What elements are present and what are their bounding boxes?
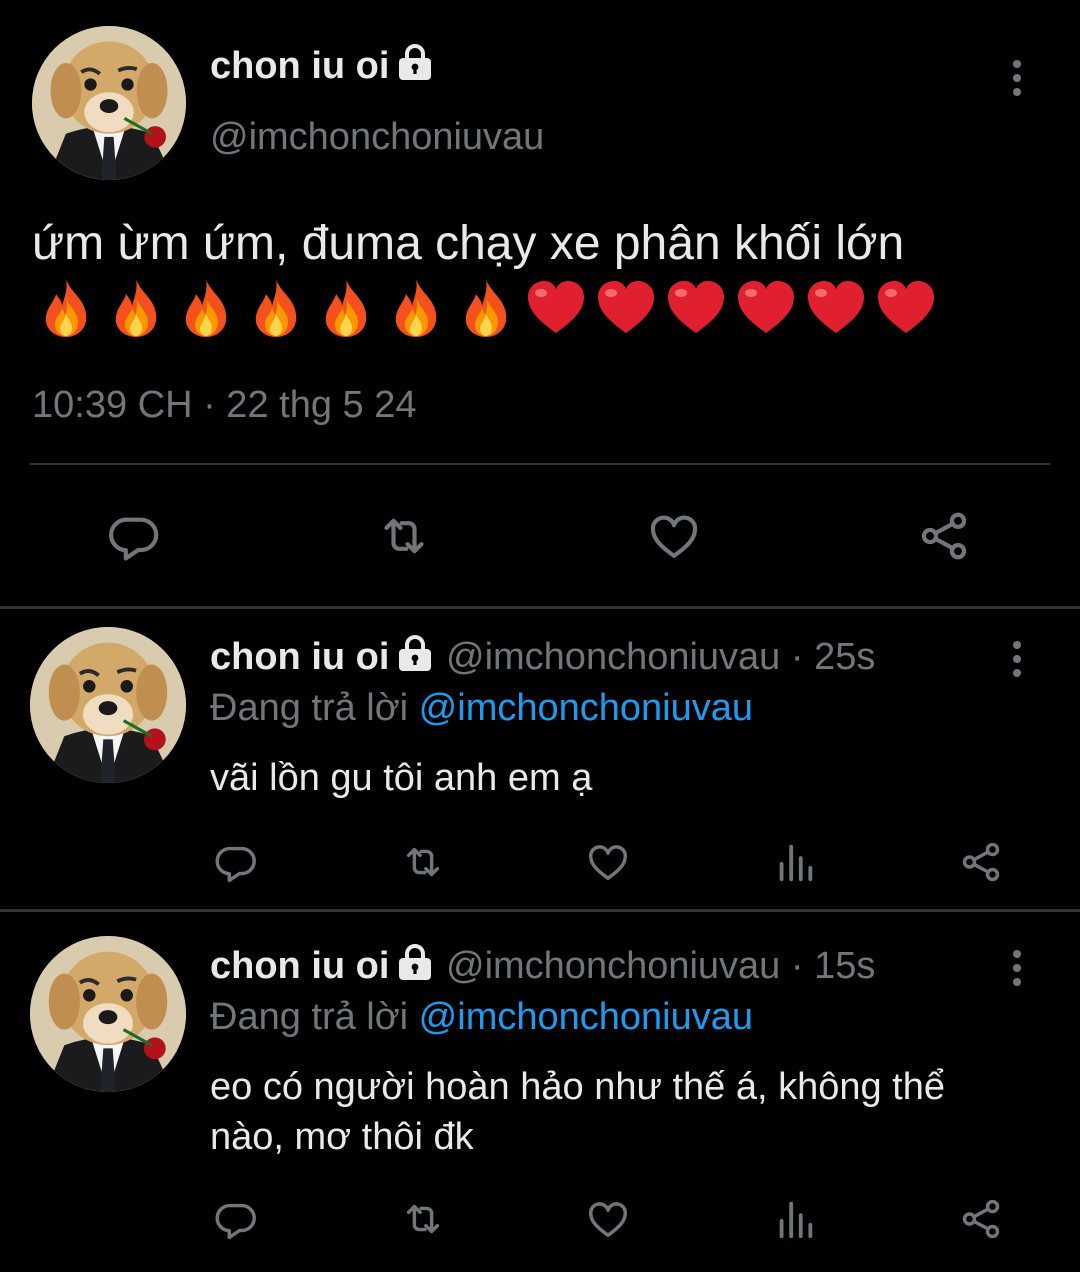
fire-emoji-icon [34, 276, 98, 340]
share-icon[interactable] [958, 1196, 1004, 1242]
share-icon[interactable] [916, 508, 972, 564]
reply-tweet[interactable]: chon iu oi @imchonchoniuvau · 25s Đang t… [0, 609, 1080, 909]
lock-icon [395, 44, 435, 80]
red-heart-emoji-icon [594, 276, 658, 340]
reply-icon[interactable] [106, 508, 162, 564]
display-name[interactable]: chon iu oi [210, 945, 389, 987]
views-icon[interactable] [772, 839, 818, 885]
dog-avatar-icon [32, 26, 186, 180]
more-options-icon[interactable] [1005, 637, 1029, 681]
fire-emoji-icon [384, 276, 448, 340]
retweet-icon[interactable] [400, 839, 446, 885]
fire-emoji-icon [174, 276, 238, 340]
reply-icon[interactable] [213, 1196, 259, 1242]
like-icon[interactable] [585, 1196, 631, 1242]
user-handle[interactable]: @imchonchoniuvau [210, 116, 544, 159]
like-icon[interactable] [646, 508, 702, 564]
reply-age: · 15s [790, 945, 876, 987]
fire-emoji-icon [454, 276, 518, 340]
display-name[interactable]: chon iu oi [210, 636, 389, 678]
reply-text: eo có người hoàn hảo như thế á, không th… [210, 1066, 946, 1158]
more-options-icon[interactable] [1005, 56, 1029, 100]
tweet-timestamp[interactable]: 10:39 CH · 22 thg 5 24 [32, 384, 416, 427]
like-icon[interactable] [585, 839, 631, 885]
divider [30, 463, 1050, 465]
dog-avatar-icon [30, 936, 186, 1092]
main-tweet: chon iu oi @imchonchoniuvau ứm ừm ứm, đu… [0, 0, 1080, 608]
replying-prefix: Đang trả lời [210, 687, 409, 729]
mention-link[interactable]: @imchonchoniuvau [419, 996, 753, 1038]
reply-age: · 25s [790, 636, 876, 678]
tweet-text: ứm ừm ứm, đuma chạy xe phân khối lớn [32, 217, 905, 270]
lock-icon [395, 635, 435, 671]
avatar[interactable] [32, 26, 186, 180]
lock-icon [395, 944, 435, 980]
reply-header: chon iu oi @imchonchoniuvau · 25s [210, 635, 875, 679]
reply-icon[interactable] [213, 839, 259, 885]
replying-prefix: Đang trả lời [210, 996, 409, 1038]
reply-text: vãi lồn gu tôi anh em ạ [210, 757, 593, 799]
share-icon[interactable] [958, 839, 1004, 885]
red-heart-emoji-icon [524, 276, 588, 340]
avatar[interactable] [30, 936, 186, 1092]
fire-emoji-icon [314, 276, 378, 340]
emoji-row [34, 276, 938, 340]
reply-header: chon iu oi @imchonchoniuvau · 15s [210, 944, 875, 988]
fire-emoji-icon [244, 276, 308, 340]
display-name-text: chon iu oi [210, 45, 390, 87]
reply-tweet[interactable]: chon iu oi @imchonchoniuvau · 15s Đang t… [0, 912, 1080, 1272]
red-heart-emoji-icon [874, 276, 938, 340]
display-name[interactable]: chon iu oi [210, 44, 435, 88]
mention-link[interactable]: @imchonchoniuvau [419, 687, 753, 729]
user-handle[interactable]: @imchonchoniuvau [446, 945, 780, 987]
avatar[interactable] [30, 627, 186, 783]
more-options-icon[interactable] [1005, 946, 1029, 990]
retweet-icon[interactable] [400, 1196, 446, 1242]
views-icon[interactable] [772, 1196, 818, 1242]
replying-to: Đang trả lời @imchonchoniuvau [210, 687, 753, 730]
red-heart-emoji-icon [664, 276, 728, 340]
red-heart-emoji-icon [804, 276, 868, 340]
red-heart-emoji-icon [734, 276, 798, 340]
dog-avatar-icon [30, 627, 186, 783]
replying-to: Đang trả lời @imchonchoniuvau [210, 996, 753, 1039]
fire-emoji-icon [104, 276, 168, 340]
retweet-icon[interactable] [376, 508, 432, 564]
user-handle[interactable]: @imchonchoniuvau [446, 636, 780, 678]
